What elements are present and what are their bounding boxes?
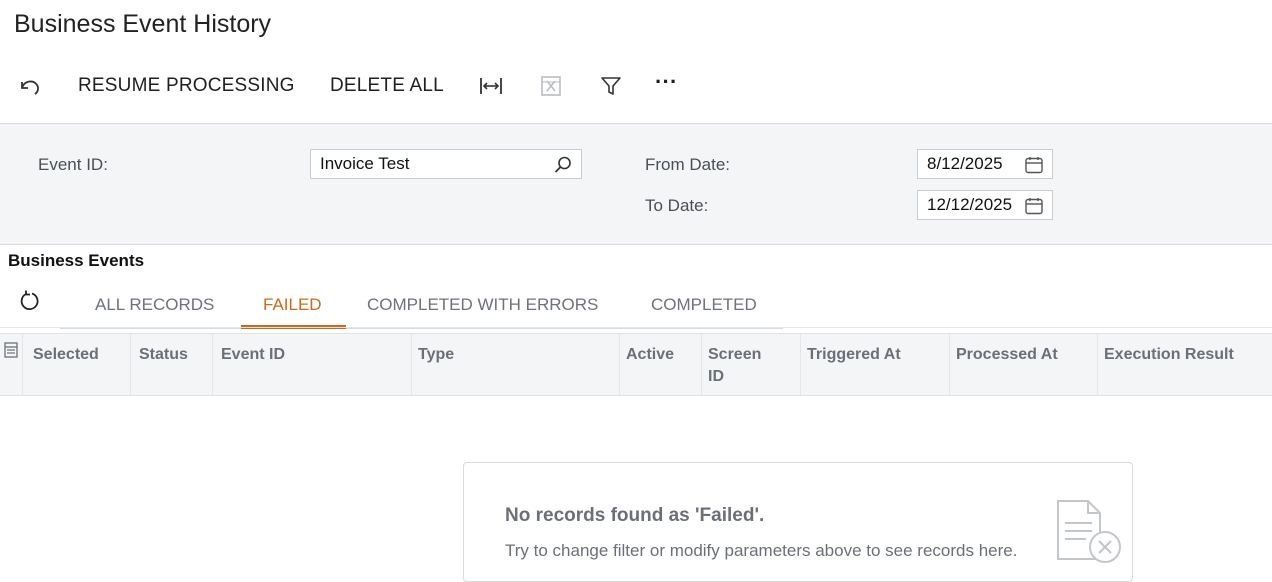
fit-columns-icon — [478, 73, 504, 99]
column-screen-id[interactable]: Screen ID — [701, 334, 761, 395]
event-id-field[interactable]: Invoice Test — [310, 149, 582, 179]
excel-export-icon — [539, 74, 563, 98]
filter-panel: Event ID: Invoice Test From Date: 8/12/2… — [0, 123, 1272, 245]
page-title: Business Event History — [14, 10, 272, 38]
event-id-label: Event ID: — [38, 155, 108, 174]
no-records-document-icon — [1056, 499, 1126, 570]
filter-icon — [599, 74, 623, 98]
refresh-button[interactable] — [18, 289, 42, 318]
column-type[interactable]: Type — [411, 334, 619, 395]
empty-state-subtitle: Try to change filter or modify parameter… — [505, 541, 1018, 560]
to-date-value: 12/12/2025 — [927, 195, 1013, 214]
to-date-label: To Date: — [645, 196, 709, 215]
tab-completed[interactable]: COMPLETED — [651, 282, 757, 327]
delete-all-button[interactable]: DELETE ALL — [330, 66, 444, 106]
resume-processing-button[interactable]: RESUME PROCESSING — [78, 66, 295, 106]
column-chooser-button[interactable] — [0, 334, 22, 395]
column-chooser-icon — [4, 342, 18, 362]
from-date-value: 8/12/2025 — [927, 154, 1003, 173]
tab-completed-with-errors[interactable]: COMPLETED WITH ERRORS — [367, 282, 598, 327]
empty-state-title: No records found as 'Failed'. — [505, 505, 765, 526]
event-id-value: Invoice Test — [320, 154, 410, 173]
table-header: Selected Status Event ID Type Active Scr… — [0, 333, 1272, 396]
calendar-icon[interactable] — [1024, 196, 1044, 221]
grid-tabs: ALL RECORDS FAILED COMPLETED WITH ERRORS… — [60, 282, 783, 329]
filter-button[interactable] — [599, 66, 623, 106]
search-icon[interactable] — [553, 155, 573, 180]
from-date-label: From Date: — [645, 155, 731, 174]
column-status[interactable]: Status — [130, 334, 212, 395]
undo-button[interactable] — [16, 66, 42, 106]
column-selected[interactable]: Selected — [22, 334, 130, 395]
toolbar: RESUME PROCESSING DELETE ALL ··· — [0, 66, 1272, 106]
tab-failed[interactable]: FAILED — [263, 282, 322, 327]
export-excel-button[interactable] — [539, 66, 563, 106]
tab-all-records[interactable]: ALL RECORDS — [95, 282, 214, 327]
from-date-field[interactable]: 8/12/2025 — [917, 149, 1053, 179]
column-active[interactable]: Active — [619, 334, 701, 395]
undo-icon — [16, 73, 42, 99]
empty-state: No records found as 'Failed'. Try to cha… — [463, 462, 1133, 582]
fit-columns-button[interactable] — [478, 66, 504, 106]
column-processed-at[interactable]: Processed At — [949, 334, 1097, 395]
more-button[interactable]: ··· — [655, 62, 678, 102]
column-execution-result[interactable]: Execution Result — [1097, 334, 1272, 395]
refresh-icon — [18, 290, 42, 317]
column-triggered-at[interactable]: Triggered At — [800, 334, 949, 395]
to-date-field[interactable]: 12/12/2025 — [917, 190, 1053, 220]
divider — [0, 327, 1272, 328]
calendar-icon[interactable] — [1024, 155, 1044, 180]
grid-title: Business Events — [8, 251, 145, 270]
column-event-id[interactable]: Event ID — [212, 334, 411, 395]
